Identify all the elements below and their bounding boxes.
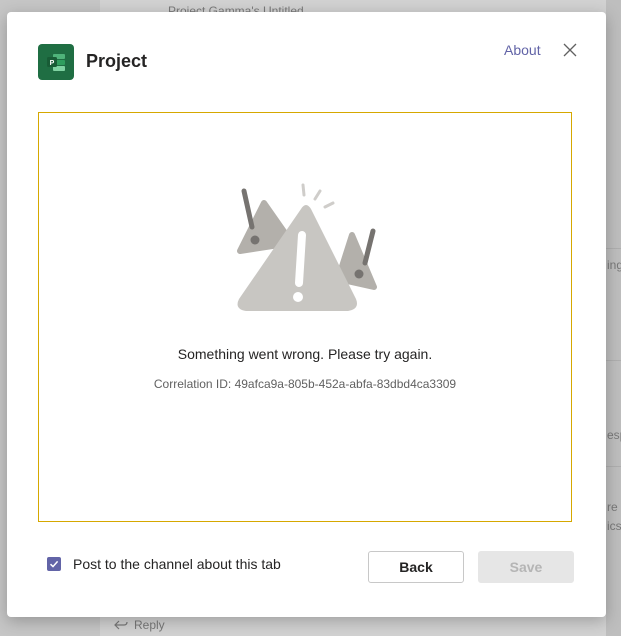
project-logo-letter: P [50, 60, 55, 67]
post-to-channel-option[interactable]: Post to the channel about this tab [47, 556, 281, 572]
project-app-icon: P [38, 44, 74, 80]
back-button[interactable]: Back [368, 551, 464, 583]
about-link[interactable]: About [504, 42, 541, 58]
error-warning-illustration [237, 183, 377, 311]
close-icon [563, 43, 577, 57]
project-tab-dialog: P Project About Something went wrong. Pl… [7, 12, 606, 617]
tab-content-frame: Something went wrong. Please try again. … [38, 112, 572, 522]
checkmark-icon [49, 560, 59, 568]
project-logo-icon: P [47, 54, 65, 71]
close-button[interactable] [560, 40, 580, 60]
error-message: Something went wrong. Please try again. [177, 346, 433, 362]
correlation-id: Correlation ID: 49afca9a-805b-452a-abfa-… [153, 377, 457, 391]
dialog-title: Project [86, 51, 148, 71]
post-to-channel-label: Post to the channel about this tab [73, 556, 281, 572]
post-to-channel-checkbox[interactable] [47, 557, 61, 571]
save-button[interactable]: Save [478, 551, 574, 583]
